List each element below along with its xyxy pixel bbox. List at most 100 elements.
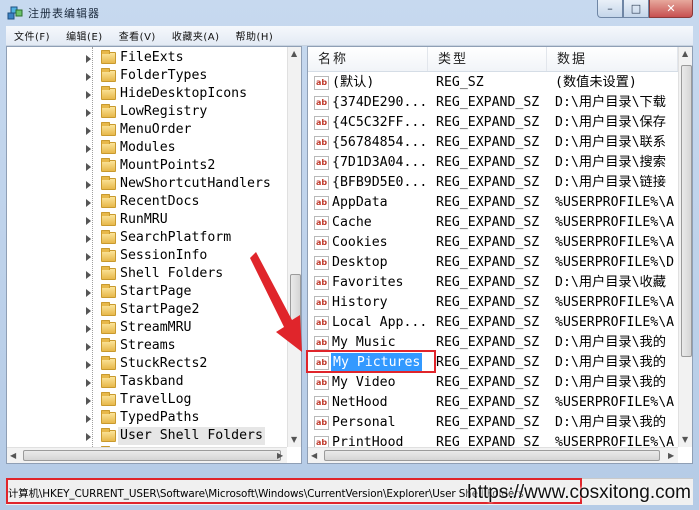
tree-item[interactable]: MountPoints2: [7, 157, 287, 175]
tree-item[interactable]: StuckRects2: [7, 355, 287, 373]
list-row[interactable]: ab (默认) REG_SZ (数值未设置): [308, 73, 678, 93]
list-row[interactable]: ab {7D1D3A04... REG_EXPAND_SZ D:\用户目录\搜索: [308, 153, 678, 173]
list-horizontal-scrollbar[interactable]: ◀ ▶: [308, 447, 678, 463]
tree-item[interactable]: StartPage2: [7, 301, 287, 319]
expand-arrow-icon[interactable]: [86, 127, 91, 135]
menu-edit[interactable]: 编辑(E): [58, 28, 111, 43]
column-name[interactable]: 名称: [308, 47, 428, 71]
list-row[interactable]: ab NetHood REG_EXPAND_SZ %USERPROFILE%\A: [308, 393, 678, 413]
menu-bar: 文件(F) 编辑(E) 查看(V) 收藏夹(A) 帮助(H): [6, 26, 693, 46]
scroll-left-icon[interactable]: ◀: [311, 451, 317, 460]
value-list[interactable]: 名称 类型 数据 ab (默认) REG_SZ (数值未设置) ab {374DE290.…: [307, 46, 693, 464]
tree-item[interactable]: TypedPaths: [7, 409, 287, 427]
scroll-down-icon[interactable]: ▼: [682, 435, 688, 444]
tree-vertical-scrollbar[interactable]: ▲ ▼: [287, 47, 301, 447]
minimize-button[interactable]: –: [597, 0, 623, 18]
tree-item[interactable]: TravelLog: [7, 391, 287, 409]
scroll-right-icon[interactable]: ▶: [277, 451, 283, 460]
expand-arrow-icon[interactable]: [86, 289, 91, 297]
list-hscroll-thumb[interactable]: [324, 450, 660, 461]
expand-arrow-icon[interactable]: [86, 253, 91, 261]
expand-arrow-icon[interactable]: [86, 235, 91, 243]
tree-horizontal-scrollbar[interactable]: ◀ ▶: [7, 447, 287, 463]
tree-item[interactable]: RunMRU: [7, 211, 287, 229]
cell-data: (数值未设置): [555, 75, 637, 90]
folder-icon: [101, 68, 116, 82]
scroll-down-icon[interactable]: ▼: [291, 435, 297, 444]
list-row[interactable]: ab Favorites REG_EXPAND_SZ D:\用户目录\收藏: [308, 273, 678, 293]
registry-tree[interactable]: FileExts FolderTypes HideDesktopIcons LowRe…: [6, 46, 302, 464]
close-button[interactable]: ✕: [649, 0, 693, 18]
expand-arrow-icon[interactable]: [86, 181, 91, 189]
tree-item[interactable]: HideDesktopIcons: [7, 85, 287, 103]
expand-arrow-icon[interactable]: [86, 325, 91, 333]
cell-data: D:\用户目录\搜索: [555, 155, 666, 170]
menu-favorites[interactable]: 收藏夹(A): [164, 28, 228, 43]
list-vertical-scrollbar[interactable]: ▲ ▼: [678, 47, 692, 447]
list-row[interactable]: ab {BFB9D5E0... REG_EXPAND_SZ D:\用户目录\链接: [308, 173, 678, 193]
expand-arrow-icon[interactable]: [86, 217, 91, 225]
list-row[interactable]: ab {4C5C32FF... REG_EXPAND_SZ D:\用户目录\保存: [308, 113, 678, 133]
expand-arrow-icon[interactable]: [86, 271, 91, 279]
tree-item[interactable]: Streams: [7, 337, 287, 355]
tree-item[interactable]: User Shell Folders: [7, 427, 287, 445]
scroll-up-icon[interactable]: ▲: [291, 49, 297, 58]
expand-arrow-icon[interactable]: [86, 163, 91, 171]
column-data[interactable]: 数据: [547, 47, 678, 71]
tree-item-label: StreamMRU: [120, 320, 192, 335]
list-row[interactable]: ab {56784854... REG_EXPAND_SZ D:\用户目录\联系: [308, 133, 678, 153]
tree-hscroll-thumb[interactable]: [23, 450, 281, 461]
expand-arrow-icon[interactable]: [86, 55, 91, 63]
menu-view[interactable]: 查看(V): [111, 28, 164, 43]
list-row[interactable]: ab Desktop REG_EXPAND_SZ %USERPROFILE%\D: [308, 253, 678, 273]
expand-arrow-icon[interactable]: [86, 73, 91, 81]
expand-arrow-icon[interactable]: [86, 397, 91, 405]
tree-item[interactable]: NewShortcutHandlers: [7, 175, 287, 193]
tree-item[interactable]: MenuOrder: [7, 121, 287, 139]
tree-item[interactable]: RecentDocs: [7, 193, 287, 211]
scroll-left-icon[interactable]: ◀: [10, 451, 16, 460]
cell-name: (默认): [332, 75, 375, 90]
tree-item[interactable]: Modules: [7, 139, 287, 157]
tree-item[interactable]: StartPage: [7, 283, 287, 301]
title-bar[interactable]: 注册表编辑器 – □ ✕: [0, 0, 699, 26]
expand-arrow-icon[interactable]: [86, 379, 91, 387]
tree-item[interactable]: SearchPlatform: [7, 229, 287, 247]
expand-arrow-icon[interactable]: [86, 91, 91, 99]
column-type[interactable]: 类型: [428, 47, 547, 71]
list-row[interactable]: ab History REG_EXPAND_SZ %USERPROFILE%\A: [308, 293, 678, 313]
list-row[interactable]: ab Local App... REG_EXPAND_SZ %USERPROFILE%…: [308, 313, 678, 333]
expand-arrow-icon[interactable]: [86, 361, 91, 369]
expand-arrow-icon[interactable]: [86, 343, 91, 351]
scroll-right-icon[interactable]: ▶: [668, 451, 674, 460]
maximize-button[interactable]: □: [623, 0, 649, 18]
expand-arrow-icon[interactable]: [86, 145, 91, 153]
expand-arrow-icon[interactable]: [86, 433, 91, 441]
list-vscroll-thumb[interactable]: [681, 65, 692, 357]
list-row[interactable]: ab Cookies REG_EXPAND_SZ %USERPROFILE%\A: [308, 233, 678, 253]
cell-data: %USERPROFILE%\A: [555, 315, 675, 330]
list-row[interactable]: ab My Video REG_EXPAND_SZ D:\用户目录\我的: [308, 373, 678, 393]
tree-item[interactable]: FolderTypes: [7, 67, 287, 85]
tree-item[interactable]: Shell Folders: [7, 265, 287, 283]
tree-vscroll-thumb[interactable]: [290, 274, 301, 334]
scroll-up-icon[interactable]: ▲: [682, 49, 688, 58]
list-row[interactable]: ab Personal REG_EXPAND_SZ D:\用户目录\我的: [308, 413, 678, 433]
tree-item[interactable]: FileExts: [7, 49, 287, 67]
menu-file[interactable]: 文件(F): [6, 28, 58, 43]
menu-help[interactable]: 帮助(H): [228, 28, 282, 43]
folder-icon: [101, 356, 116, 370]
expand-arrow-icon[interactable]: [86, 307, 91, 315]
list-row[interactable]: ab {374DE290... REG_EXPAND_SZ D:\用户目录\下载: [308, 93, 678, 113]
cell-data: D:\用户目录\收藏: [555, 275, 666, 290]
tree-item[interactable]: SessionInfo: [7, 247, 287, 265]
tree-item[interactable]: Taskband: [7, 373, 287, 391]
list-row[interactable]: ab AppData REG_EXPAND_SZ %USERPROFILE%\A: [308, 193, 678, 213]
expand-arrow-icon[interactable]: [86, 415, 91, 423]
folder-icon: [101, 230, 116, 244]
expand-arrow-icon[interactable]: [86, 199, 91, 207]
tree-item[interactable]: LowRegistry: [7, 103, 287, 121]
expand-arrow-icon[interactable]: [86, 109, 91, 117]
tree-item[interactable]: StreamMRU: [7, 319, 287, 337]
list-row[interactable]: ab Cache REG_EXPAND_SZ %USERPROFILE%\A: [308, 213, 678, 233]
